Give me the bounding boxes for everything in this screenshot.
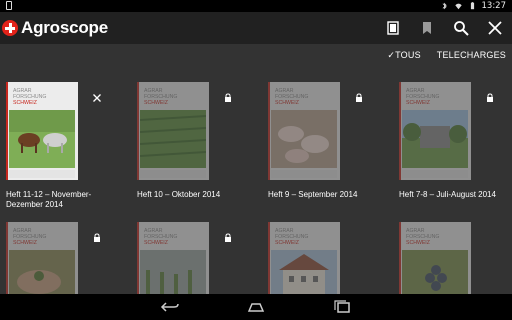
wifi-icon — [454, 3, 462, 10]
issue-caption: Heft 9 – September 2014 — [268, 190, 358, 199]
bookmark-button[interactable] — [410, 12, 444, 44]
cover-masthead: AGRAR FORSCHUNG SCHWEIZ — [13, 88, 73, 106]
issue-cover[interactable]: AGRAR FORSCHUNG SCHWEIZ — [268, 82, 340, 180]
cover-line-2: FORSCHUNG — [275, 234, 309, 240]
battery-icon — [470, 2, 474, 10]
navigation-bar — [0, 294, 512, 320]
cover-line-2: FORSCHUNG — [275, 94, 309, 100]
cover-line-1: AGRAR — [144, 228, 163, 234]
cover-line-3: SCHWEIZ — [275, 240, 299, 246]
cover-footer — [9, 170, 75, 178]
app-bar: Agroscope — [0, 12, 512, 44]
cover-line-3: SCHWEIZ — [13, 100, 37, 106]
back-icon — [160, 302, 179, 312]
search-button[interactable] — [444, 12, 478, 44]
cover-masthead: AGRAR FORSCHUNG SCHWEIZ — [13, 228, 73, 246]
cover-masthead: AGRAR FORSCHUNG SCHWEIZ — [275, 88, 335, 106]
cover-footer — [271, 170, 337, 178]
status-bar: 13:27 — [0, 0, 512, 12]
issues-button[interactable] — [376, 12, 410, 44]
home-icon — [247, 303, 265, 312]
swiss-cross-icon — [2, 20, 18, 36]
lock-icon — [223, 228, 233, 242]
cover-footer — [402, 170, 468, 178]
filter-tabs: ✓TOUS TELECHARGES — [387, 48, 506, 62]
tab-downloaded[interactable]: TELECHARGES — [437, 50, 506, 60]
status-icons: 13:27 — [440, 0, 507, 12]
brand-logo[interactable]: Agroscope — [2, 18, 108, 38]
cover-masthead: AGRAR FORSCHUNG SCHWEIZ — [275, 228, 335, 246]
lock-icon — [354, 88, 364, 102]
cover-line-2: FORSCHUNG — [144, 94, 178, 100]
search-icon — [454, 21, 469, 36]
cover-photo — [402, 110, 468, 168]
brand-name: Agroscope — [21, 18, 108, 37]
close-button[interactable] — [478, 12, 512, 44]
clock: 13:27 — [481, 1, 507, 11]
cover-masthead: AGRAR FORSCHUNG SCHWEIZ — [144, 228, 204, 246]
back-button[interactable] — [150, 294, 190, 320]
cover-line-3: SCHWEIZ — [275, 100, 299, 106]
recents-icon — [334, 300, 350, 313]
cover-photo — [271, 110, 337, 168]
cover-accent-bar — [6, 82, 8, 180]
cover-line-1: AGRAR — [406, 88, 425, 94]
cover-accent-bar — [137, 82, 139, 180]
cover-line-3: SCHWEIZ — [406, 240, 430, 246]
lock-icon — [485, 88, 495, 102]
close-icon — [93, 94, 101, 102]
cover-line-3: SCHWEIZ — [406, 100, 430, 106]
issue-cover[interactable]: AGRAR FORSCHUNG SCHWEIZ — [137, 82, 209, 180]
recents-button[interactable] — [322, 294, 362, 320]
cover-line-1: AGRAR — [275, 228, 294, 234]
cover-masthead: AGRAR FORSCHUNG SCHWEIZ — [144, 88, 204, 106]
issues-grid: AGRAR FORSCHUNG SCHWEIZ Heft 11-12 – Novemb… — [0, 76, 512, 320]
cover-photo — [9, 110, 75, 168]
sd-card-icon — [6, 1, 12, 10]
cover-line-2: FORSCHUNG — [13, 234, 47, 240]
cover-line-1: AGRAR — [406, 228, 425, 234]
toolbar-actions — [376, 12, 512, 44]
cover-line-2: FORSCHUNG — [144, 234, 178, 240]
cover-line-1: AGRAR — [13, 228, 32, 234]
issue-cover[interactable]: AGRAR FORSCHUNG SCHWEIZ — [399, 82, 471, 180]
cover-masthead: AGRAR FORSCHUNG SCHWEIZ — [406, 88, 466, 106]
lock-icon — [223, 88, 233, 102]
close-icon — [488, 21, 502, 35]
home-button[interactable] — [236, 294, 276, 320]
cover-footer — [140, 170, 206, 178]
bluetooth-icon — [442, 2, 447, 10]
cover-line-1: AGRAR — [144, 88, 163, 94]
lock-icon — [92, 228, 102, 242]
cover-line-2: FORSCHUNG — [406, 234, 440, 240]
issue-caption: Heft 7-8 – Juli-August 2014 — [399, 190, 496, 199]
cover-masthead: AGRAR FORSCHUNG SCHWEIZ — [406, 228, 466, 246]
issue-caption: Heft 11-12 – November-Dezember 2014 — [6, 190, 92, 209]
cover-accent-bar — [399, 82, 401, 180]
delete-issue-button[interactable] — [92, 88, 102, 102]
cover-photo — [140, 110, 206, 168]
issue-cover[interactable]: AGRAR FORSCHUNG SCHWEIZ — [6, 82, 78, 180]
cover-line-1: AGRAR — [275, 88, 294, 94]
document-icon — [387, 21, 399, 35]
tab-all[interactable]: ✓TOUS — [387, 50, 420, 61]
cover-line-3: SCHWEIZ — [144, 100, 168, 106]
issue-caption: Heft 10 – Oktober 2014 — [137, 190, 221, 199]
cover-line-3: SCHWEIZ — [144, 240, 168, 246]
cover-line-3: SCHWEIZ — [13, 240, 37, 246]
cover-accent-bar — [268, 82, 270, 180]
cover-line-2: FORSCHUNG — [406, 94, 440, 100]
bookmark-icon — [423, 22, 431, 34]
